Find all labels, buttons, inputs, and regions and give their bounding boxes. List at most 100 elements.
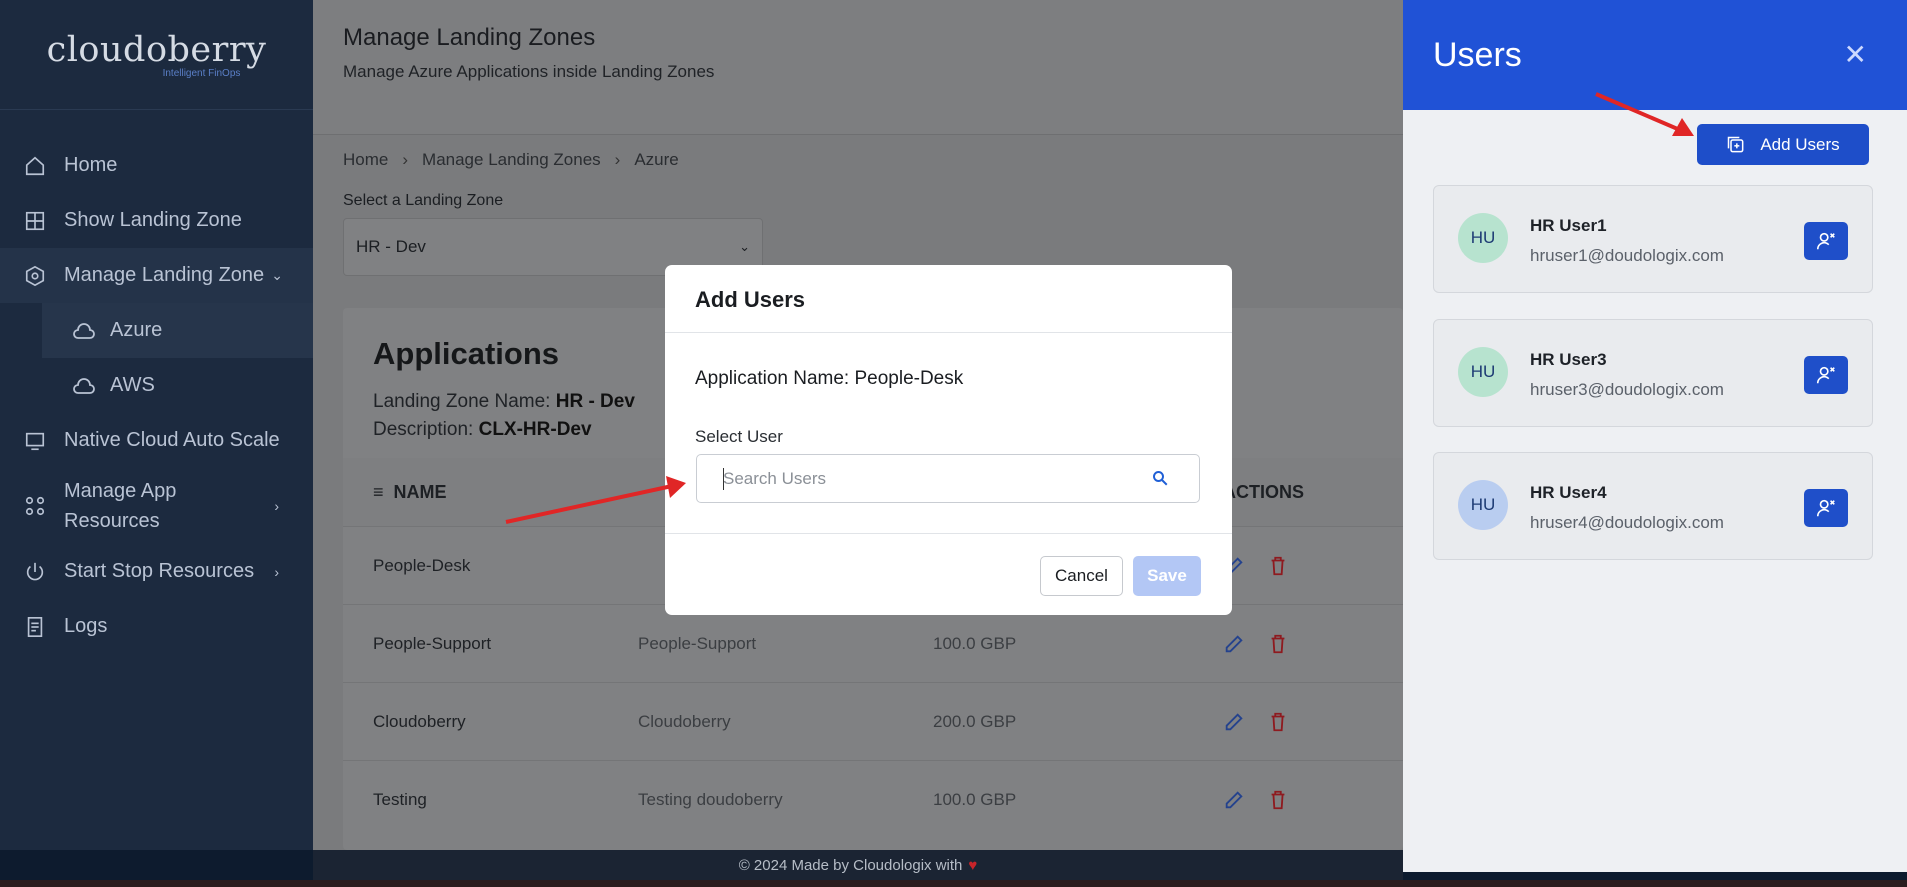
cell-name: Cloudoberry [373,711,466,731]
sidebar-item-aws[interactable]: AWS [0,358,313,413]
sidebar-item-label: Manage Landing Zone [64,264,265,286]
table-row: People-Support People-Support 100.0 GBP [343,604,1403,682]
modal-footer: Cancel Save [665,533,1232,615]
remove-user-button[interactable] [1804,222,1848,260]
user-name: HR User1 [1530,216,1607,235]
cell-description: Cloudoberry [638,711,731,731]
cell-description: People-Support [638,633,757,653]
row-actions [1223,711,1403,733]
chevron-right-icon: › [274,563,279,580]
edit-icon[interactable] [1223,711,1245,733]
remove-user-icon [1816,232,1835,250]
filter-icon: ≡ [373,481,384,502]
landing-zone-value: HR - Dev [356,237,426,256]
cell-name: People-Support [373,633,492,653]
grid-icon [24,210,46,232]
add-users-label: Add Users [1760,134,1840,154]
row-actions [1223,633,1403,655]
user-name: HR User4 [1530,483,1607,502]
power-icon [24,561,46,583]
sidebar-item-start-stop-resources[interactable]: Start Stop Resources › [0,544,313,599]
breadcrumb-azure: Azure [634,150,679,169]
user-card: HU HR User4 hruser4@doudologix.com [1433,452,1873,560]
avatar: HU [1458,213,1508,263]
sidebar-item-home[interactable]: Home [0,138,313,193]
breadcrumb-manage-landing-zones[interactable]: Manage Landing Zones [422,150,601,170]
monitor-icon [24,430,46,452]
applications-meta: Landing Zone Name: HR - Dev Description:… [373,388,635,444]
search-icon [1153,471,1168,486]
logo[interactable]: cloudoberry Intelligent FinOps [0,0,313,110]
sidebar-item-manage-landing-zone[interactable]: Manage Landing Zone ⌄ [0,248,313,303]
column-header-name[interactable]: ≡ NAME [343,482,638,503]
chevron-right-icon: › [274,498,279,514]
sidebar-item-label: Home [64,154,118,176]
avatar: HU [1458,480,1508,530]
user-email: hruser3@doudologix.com [1530,380,1724,399]
close-icon[interactable]: ✕ [1844,38,1867,71]
row-actions [1223,555,1403,577]
sidebar-item-label: Start Stop Resources [64,560,255,582]
footer: © 2024 Made by Cloudologix with ♥ [313,850,1403,880]
table-row: Testing Testing doudoberry 100.0 GBP [343,760,1403,838]
add-square-icon [1728,136,1744,152]
add-users-button[interactable]: Add Users [1697,124,1869,165]
sidebar-item-native-cloud-auto-scale[interactable]: Native Cloud Auto Scale [0,413,313,468]
cell-description: Testing doudoberry [638,789,783,809]
users-panel-header: Users ✕ [1403,0,1907,110]
cancel-button[interactable]: Cancel [1040,556,1123,596]
sidebar-item-show-landing-zone[interactable]: Show Landing Zone [0,193,313,248]
search-users-input[interactable]: Search Users [696,454,1200,503]
edit-icon[interactable] [1223,789,1245,811]
select-user-label: Select User [695,427,783,446]
heart-icon: ♥ [968,856,978,874]
page-title: Manage Landing Zones [343,24,596,51]
sidebar-item-azure[interactable]: Azure [42,303,313,358]
trash-icon[interactable] [1267,633,1289,655]
remove-user-button[interactable] [1804,356,1848,394]
sidebar-item-manage-app-resources[interactable]: Manage App Resources › [0,468,313,544]
description-label: Description: [373,419,474,440]
document-icon [24,616,46,638]
chevron-right-icon: › [402,150,409,169]
users-panel: Users ✕ Add Users HU HR User1 hruser1@do… [1403,0,1907,872]
search-placeholder: Search Users [723,468,826,488]
breadcrumb: Home › Manage Landing Zones › Azure [343,150,679,170]
zone-name-label: Landing Zone Name: [373,391,551,412]
trash-icon[interactable] [1267,711,1289,733]
chevron-down-icon: ⌄ [271,267,283,283]
text-cursor [723,468,724,490]
sidebar: cloudoberry Intelligent FinOps Home Show… [0,0,313,850]
sidebar-item-logs[interactable]: Logs [0,599,313,654]
user-email: hruser1@doudologix.com [1530,246,1724,265]
avatar: HU [1458,347,1508,397]
bottom-strip [0,880,1907,887]
save-button[interactable]: Save [1133,556,1201,596]
landing-zone-label: Select a Landing Zone [343,192,504,209]
user-name: HR User3 [1530,350,1607,369]
column-header-actions: ACTIONS [1223,481,1304,502]
page-subtitle: Manage Azure Applications inside Landing… [343,62,715,81]
hexagon-icon [24,265,46,287]
remove-user-button[interactable] [1804,489,1848,527]
sidebar-item-label: Logs [64,615,108,637]
cell-budget: 200.0 GBP [933,711,1017,731]
user-card: HU HR User3 hruser3@doudologix.com [1433,319,1873,427]
apps-icon [24,495,46,517]
applications-title: Applications [373,336,560,371]
trash-icon[interactable] [1267,789,1289,811]
trash-icon[interactable] [1267,555,1289,577]
edit-icon[interactable] [1223,633,1245,655]
row-actions [1223,789,1403,811]
chevron-right-icon: › [614,150,621,169]
sidebar-item-label: Native Cloud Auto Scale [64,429,280,451]
breadcrumb-home[interactable]: Home [343,150,388,170]
brand-tagline: Intelligent FinOps [162,68,241,79]
modal-title: Add Users [665,265,1232,333]
sidebar-item-label: AWS [110,374,155,396]
sidebar-item-label: Show Landing Zone [64,209,242,231]
cloud-icon [73,377,95,394]
table-row: Cloudoberry Cloudoberry 200.0 GBP [343,682,1403,760]
home-icon [24,155,46,177]
cloud-icon [73,322,95,339]
